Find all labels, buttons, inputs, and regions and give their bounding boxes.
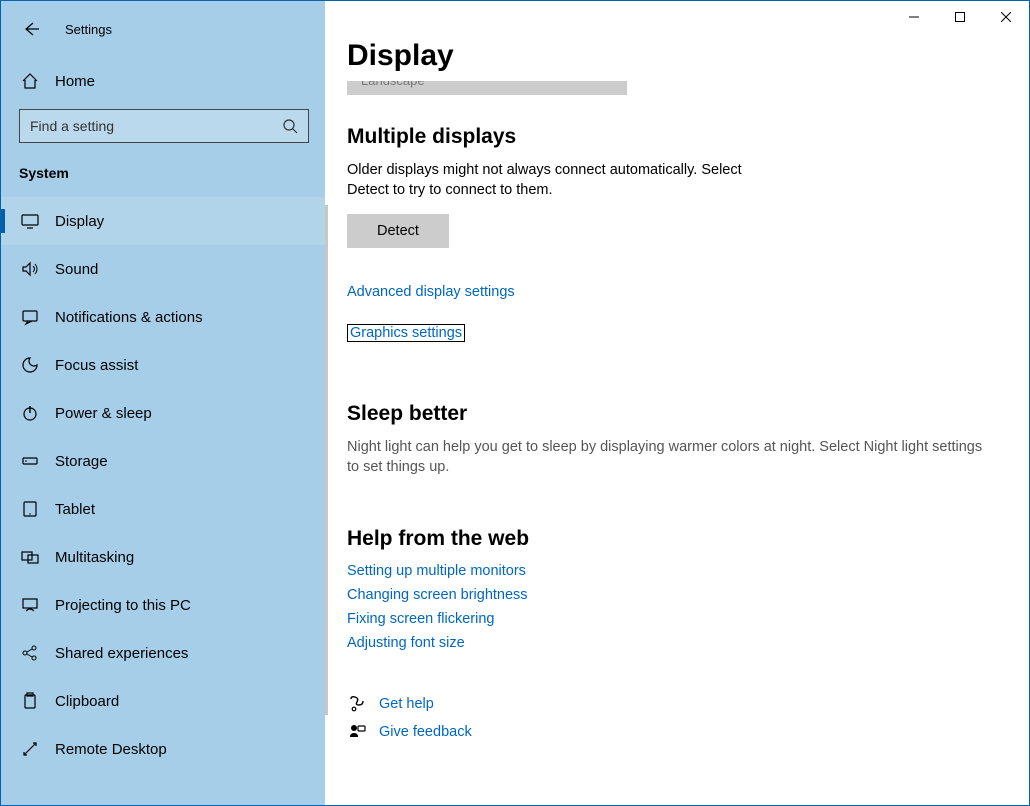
multiple-displays-desc: Older displays might not always connect … xyxy=(347,161,787,200)
nav-item-focus-assist[interactable]: Focus assist xyxy=(1,341,325,389)
nav-item-sound[interactable]: Sound xyxy=(1,245,325,293)
search-input[interactable] xyxy=(30,118,282,134)
search-box[interactable] xyxy=(19,109,309,143)
sound-icon xyxy=(21,260,39,278)
nav-item-notifications[interactable]: Notifications & actions xyxy=(1,293,325,341)
remote-desktop-icon xyxy=(21,740,39,758)
sleep-better-desc: Night light can help you get to sleep by… xyxy=(347,438,987,477)
detect-button[interactable]: Detect xyxy=(347,214,449,248)
help-link-brightness[interactable]: Changing screen brightness xyxy=(347,587,1007,603)
feedback-icon xyxy=(347,723,367,741)
sidebar: Settings Home System Display Sound xyxy=(1,1,325,805)
nav-label: Tablet xyxy=(55,501,95,518)
nav-label: Projecting to this PC xyxy=(55,597,191,614)
tablet-icon xyxy=(21,500,39,518)
notifications-icon xyxy=(21,308,39,326)
section-help-from-web: Help from the web xyxy=(347,527,1007,551)
advanced-display-link[interactable]: Advanced display settings xyxy=(347,284,515,300)
nav-label: Storage xyxy=(55,453,108,470)
focus-assist-icon xyxy=(21,356,39,374)
display-icon xyxy=(21,212,39,230)
get-help-link[interactable]: Get help xyxy=(379,696,434,712)
home-button[interactable]: Home xyxy=(1,59,325,103)
search-icon xyxy=(282,118,298,134)
get-help-icon xyxy=(347,695,367,713)
nav-label: Multitasking xyxy=(55,549,134,566)
nav-item-clipboard[interactable]: Clipboard xyxy=(1,677,325,725)
section-multiple-displays: Multiple displays xyxy=(347,125,1007,149)
nav-item-display[interactable]: Display xyxy=(1,197,325,245)
app-name: Settings xyxy=(65,22,112,37)
category-label: System xyxy=(1,143,325,191)
help-link-multiple-monitors[interactable]: Setting up multiple monitors xyxy=(347,563,1007,579)
minimize-button[interactable] xyxy=(891,1,937,33)
nav-item-storage[interactable]: Storage xyxy=(1,437,325,485)
multitasking-icon xyxy=(21,548,39,566)
home-label: Home xyxy=(55,73,95,90)
nav-item-remote-desktop[interactable]: Remote Desktop xyxy=(1,725,325,773)
page-title: Display xyxy=(325,39,1029,81)
nav-label: Shared experiences xyxy=(55,645,188,662)
give-feedback-row[interactable]: Give feedback xyxy=(347,723,1007,741)
orientation-dropdown[interactable]: Landscape xyxy=(347,81,627,95)
help-link-flickering[interactable]: Fixing screen flickering xyxy=(347,611,1007,627)
close-button[interactable] xyxy=(983,1,1029,33)
nav-label: Notifications & actions xyxy=(55,309,203,326)
nav-label: Display xyxy=(55,213,104,230)
nav-label: Sound xyxy=(55,261,98,278)
shared-icon xyxy=(21,644,39,662)
nav-item-shared[interactable]: Shared experiences xyxy=(1,629,325,677)
power-icon xyxy=(21,404,39,422)
projecting-icon xyxy=(21,596,39,614)
nav-label: Focus assist xyxy=(55,357,138,374)
back-icon[interactable] xyxy=(21,19,41,39)
nav-item-projecting[interactable]: Projecting to this PC xyxy=(1,581,325,629)
nav-item-multitasking[interactable]: Multitasking xyxy=(1,533,325,581)
maximize-button[interactable] xyxy=(937,1,983,33)
storage-icon xyxy=(21,452,39,470)
give-feedback-link[interactable]: Give feedback xyxy=(379,724,472,740)
help-link-font-size[interactable]: Adjusting font size xyxy=(347,635,1007,651)
nav-label: Remote Desktop xyxy=(55,741,167,758)
home-icon xyxy=(21,72,39,90)
get-help-row[interactable]: Get help xyxy=(347,695,1007,713)
nav-item-power[interactable]: Power & sleep xyxy=(1,389,325,437)
graphics-settings-link[interactable]: Graphics settings xyxy=(347,324,465,342)
clipboard-icon xyxy=(21,692,39,710)
section-sleep-better: Sleep better xyxy=(347,402,1007,426)
scrollbar[interactable] xyxy=(325,205,328,715)
nav-item-tablet[interactable]: Tablet xyxy=(1,485,325,533)
nav-list: Display Sound Notifications & actions Fo… xyxy=(1,197,325,773)
nav-label: Power & sleep xyxy=(55,405,152,422)
main-content: Display Landscape Multiple displays Olde… xyxy=(325,1,1029,805)
nav-label: Clipboard xyxy=(55,693,119,710)
